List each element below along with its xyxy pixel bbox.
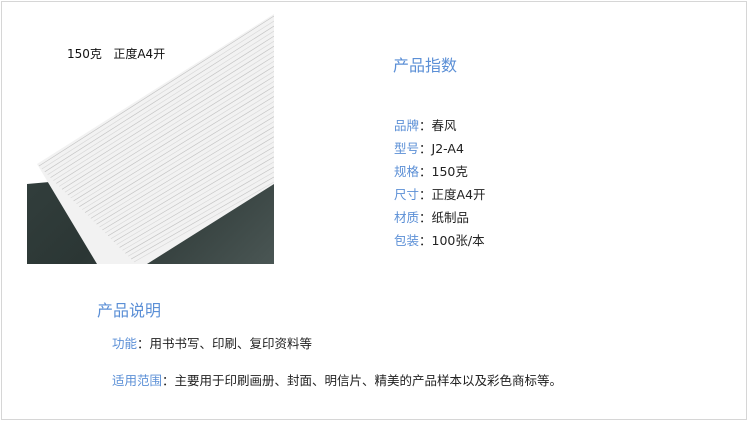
scope-value: 主要用于印刷画册、封面、明信片、精美的产品样本以及彩色商标等。: [174, 373, 563, 388]
spec-label: 规格: [394, 164, 420, 179]
spec-label: 包装: [394, 233, 420, 248]
spec-separator: ：: [419, 210, 432, 225]
description-title: 产品说明: [97, 301, 162, 320]
product-image: 150克 正度A4开: [27, 14, 274, 264]
specs-title: 产品指数: [393, 56, 458, 75]
scope-label: 适用范围: [112, 373, 163, 388]
scope-separator: ：: [162, 373, 175, 388]
spec-row: 品牌：春风: [394, 115, 457, 134]
spec-row: 材质：纸制品: [394, 207, 469, 226]
spec-separator: ：: [419, 141, 432, 156]
spec-value: 100张/本: [431, 233, 485, 248]
spec-label: 品牌: [394, 118, 420, 133]
spec-value: 150克: [431, 164, 468, 179]
spec-value: J2-A4: [431, 141, 464, 156]
spec-label: 材质: [394, 210, 420, 225]
function-separator: ：: [137, 336, 150, 351]
function-label: 功能: [112, 336, 138, 351]
spec-row: 尺寸：正度A4开: [394, 184, 486, 203]
spec-separator: ：: [419, 187, 432, 202]
spec-value: 春风: [431, 118, 457, 133]
spec-value: 纸制品: [431, 210, 470, 225]
scope-row: 适用范围：主要用于印刷画册、封面、明信片、精美的产品样本以及彩色商标等。: [112, 370, 562, 389]
spec-row: 型号：J2-A4: [394, 138, 464, 157]
spec-label: 型号: [394, 141, 420, 156]
spec-separator: ：: [419, 164, 432, 179]
spec-separator: ：: [419, 233, 432, 248]
spec-row: 规格：150克: [394, 161, 468, 180]
spec-separator: ：: [419, 118, 432, 133]
spec-value: 正度A4开: [431, 187, 486, 202]
spec-row: 包装：100张/本: [394, 230, 485, 249]
image-caption: 150克 正度A4开: [67, 47, 166, 61]
function-value: 用书书写、印刷、复印资料等: [149, 336, 313, 351]
spec-label: 尺寸: [394, 187, 420, 202]
function-row: 功能：用书书写、印刷、复印资料等: [112, 333, 312, 352]
